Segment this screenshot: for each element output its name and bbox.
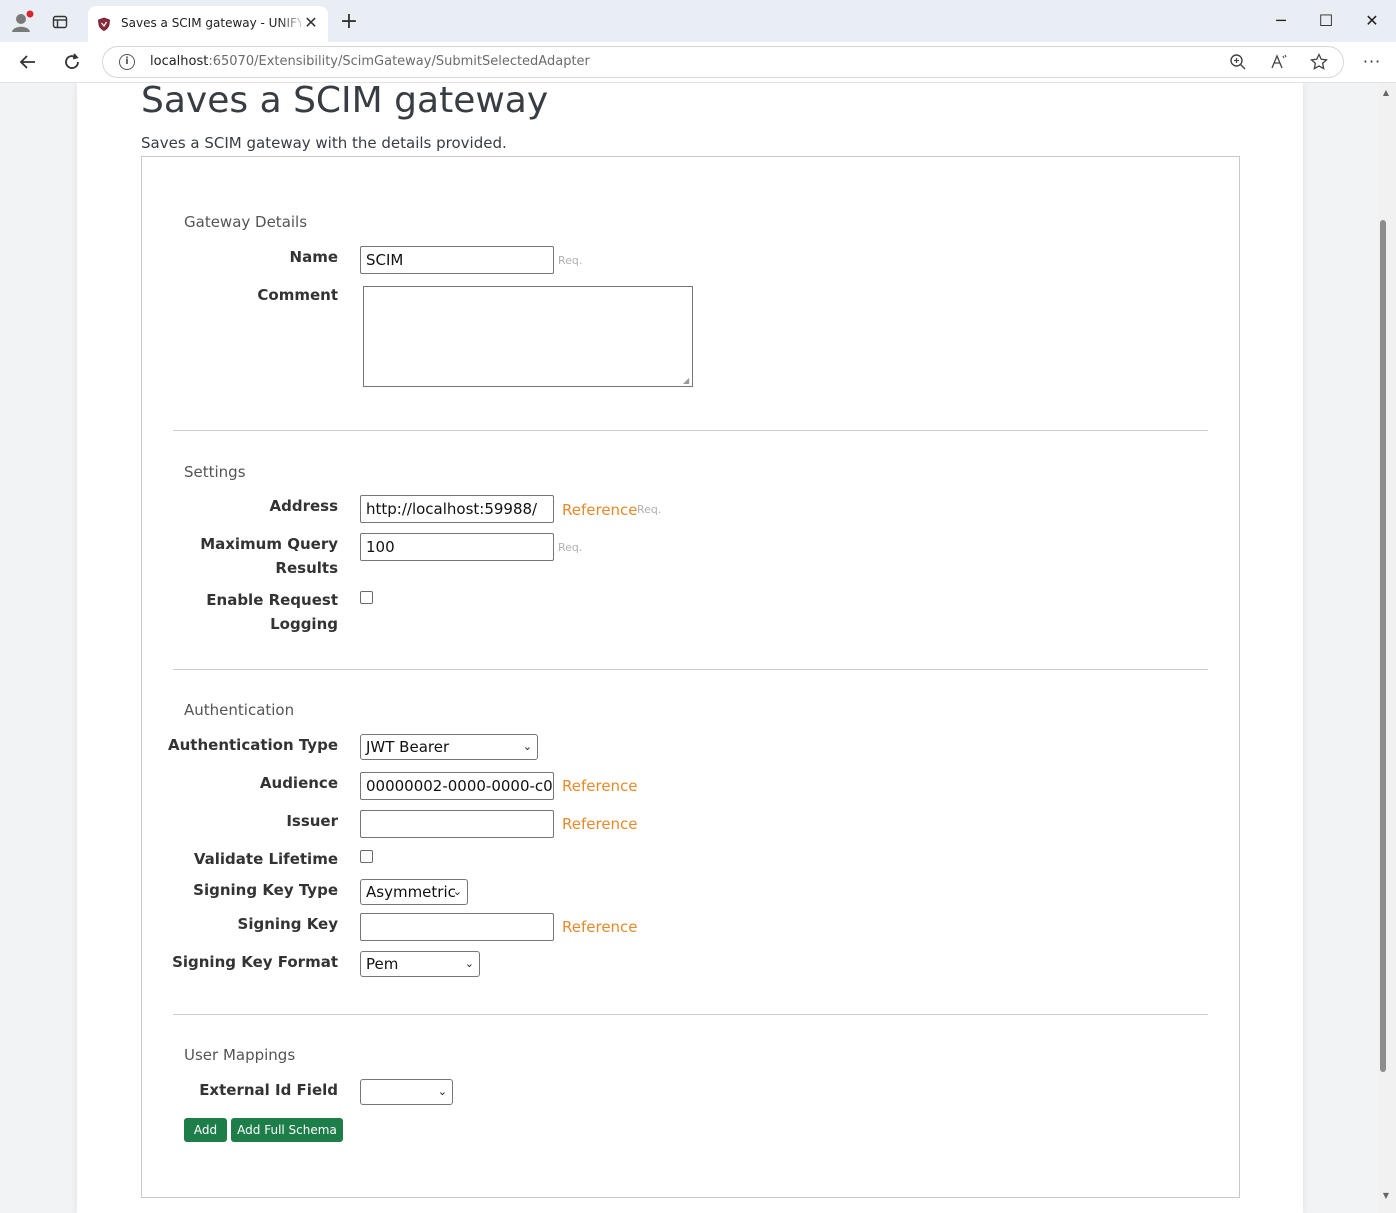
chevron-down-icon: ⌄ (522, 740, 532, 753)
signing-key-format-value: Pem (366, 955, 399, 973)
close-window-button[interactable]: ✕ (1357, 8, 1387, 34)
page-subtitle: Saves a SCIM gateway with the details pr… (141, 134, 507, 152)
external-id-select[interactable]: ⌄ (360, 1079, 453, 1105)
browser-titlebar: Saves a SCIM gateway - UNIFYConnect ✕ + … (0, 0, 1396, 43)
address-input[interactable]: http://localhost:59988/ (360, 495, 554, 523)
comment-textarea[interactable]: ◢ (363, 286, 693, 387)
new-tab-button[interactable]: + (338, 11, 360, 33)
address-toolbar: i localhost:65070/Extensibility/ScimGate… (0, 42, 1396, 83)
issuer-reference-link[interactable]: Reference (562, 815, 638, 833)
max-query-results-input[interactable]: 100 (360, 533, 554, 561)
favorite-star-icon[interactable] (1309, 52, 1329, 72)
auth-type-select[interactable]: JWT Bearer ⌄ (360, 734, 538, 760)
zoom-icon[interactable] (1228, 52, 1248, 72)
signing-key-format-select[interactable]: Pem ⌄ (360, 951, 480, 977)
issuer-input[interactable] (360, 810, 554, 838)
page-title: Saves a SCIM gateway (141, 80, 549, 121)
address-required: Req. (637, 503, 662, 516)
url-host: localhost (150, 54, 209, 69)
max-query-label-line2: Results (275, 559, 338, 577)
settings-heading: Settings (184, 463, 246, 481)
name-required: Req. (558, 254, 583, 267)
tab-title: Saves a SCIM gateway - UNIFYConnect (121, 16, 301, 30)
gateway-details-heading: Gateway Details (184, 213, 308, 231)
resize-handle-icon[interactable]: ◢ (683, 377, 691, 385)
logging-label-line1: Enable Request (206, 591, 338, 609)
chevron-down-icon: ⌄ (452, 885, 462, 898)
add-button[interactable]: Add (184, 1118, 227, 1142)
address-reference-link[interactable]: Reference (562, 501, 638, 519)
signing-key-format-label: Signing Key Format (172, 953, 338, 971)
section-divider (173, 1014, 1208, 1015)
site-info-icon[interactable]: i (119, 54, 135, 70)
tab-active[interactable]: Saves a SCIM gateway - UNIFYConnect ✕ (88, 6, 328, 42)
signing-key-type-label: Signing Key Type (193, 881, 338, 899)
scroll-up-icon[interactable]: ▲ (1381, 88, 1391, 98)
audience-input[interactable]: 00000002-0000-0000-c000-000000000000 (360, 772, 554, 800)
minimize-button[interactable]: ─ (1266, 8, 1296, 34)
url-bar[interactable]: i localhost:65070/Extensibility/ScimGate… (102, 46, 1344, 78)
refresh-icon[interactable] (60, 50, 84, 74)
audience-reference-link[interactable]: Reference (562, 777, 638, 795)
chevron-down-icon: ⌄ (437, 1085, 447, 1098)
name-input[interactable]: SCIM (360, 246, 554, 274)
signing-key-input[interactable] (360, 913, 554, 941)
signing-key-type-select[interactable]: Asymmetric ⌄ (360, 879, 468, 905)
user-mappings-heading: User Mappings (184, 1046, 296, 1064)
url-path: :65070/Extensibility/ScimGateway/SubmitS… (208, 54, 590, 69)
url-text: localhost:65070/Extensibility/ScimGatewa… (150, 54, 590, 69)
enable-request-logging-checkbox[interactable] (360, 591, 373, 604)
maximize-button[interactable]: ☐ (1311, 8, 1341, 34)
validate-lifetime-checkbox[interactable] (360, 850, 373, 863)
signing-key-label: Signing Key (237, 915, 338, 933)
scroll-down-icon[interactable]: ▼ (1381, 1191, 1391, 1201)
shield-icon (97, 16, 111, 31)
section-divider (173, 430, 1208, 431)
auth-type-label: Authentication Type (168, 736, 338, 754)
chevron-down-icon: ⌄ (464, 957, 474, 970)
tab-actions-icon[interactable] (52, 14, 68, 30)
scrollbar-thumb[interactable] (1380, 220, 1386, 1072)
max-query-required: Req. (558, 541, 583, 554)
address-label: Address (269, 497, 338, 515)
validate-lifetime-label: Validate Lifetime (193, 850, 338, 868)
max-query-label-line1: Maximum Query (200, 535, 338, 553)
audience-label: Audience (259, 774, 338, 792)
external-id-label: External Id Field (199, 1081, 338, 1099)
signing-key-reference-link[interactable]: Reference (562, 918, 638, 936)
auth-type-value: JWT Bearer (366, 738, 450, 756)
close-tab-button[interactable]: ✕ (302, 14, 320, 32)
name-label: Name (289, 248, 338, 266)
settings-menu-button[interactable]: ··· (1360, 50, 1384, 74)
issuer-label: Issuer (286, 812, 338, 830)
back-arrow-icon[interactable] (16, 50, 40, 74)
read-aloud-icon[interactable] (1269, 52, 1289, 72)
authentication-heading: Authentication (184, 701, 295, 719)
signing-key-type-value: Asymmetric (366, 883, 456, 901)
logging-label-line2: Logging (270, 615, 338, 633)
section-divider (173, 669, 1208, 670)
add-full-schema-button[interactable]: Add Full Schema (231, 1118, 343, 1142)
profile-icon[interactable] (10, 10, 34, 34)
comment-label: Comment (257, 286, 338, 304)
